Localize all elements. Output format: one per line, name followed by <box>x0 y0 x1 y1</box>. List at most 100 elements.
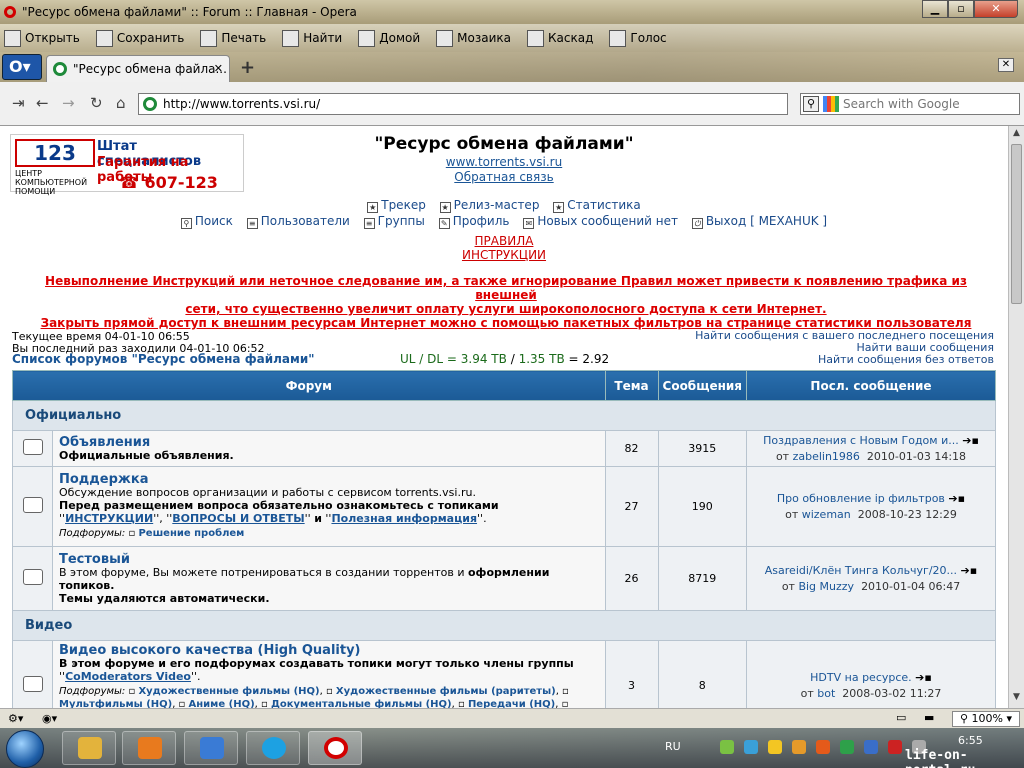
subforum-link[interactable]: Художественные фильмы (HQ) <box>138 686 319 697</box>
last-post-user[interactable]: zabelin1986 <box>793 450 860 463</box>
tray-flag-icon[interactable] <box>888 740 902 754</box>
opera-menu-button[interactable]: O▾ <box>2 54 42 80</box>
forum-name[interactable]: Объявления <box>59 436 599 449</box>
vertical-scrollbar[interactable]: ▲ ▼ <box>1008 126 1024 708</box>
page-content: 123 ЦЕНТР КОМПЬЮТЕРНОЙ ПОМОЩИ Штат специ… <box>0 126 1008 708</box>
rules-link[interactable]: ПРАВИЛА <box>0 234 1008 248</box>
last-post-user[interactable]: Big Muzzy <box>798 580 854 593</box>
goto-last-icon[interactable]: ➔▪ <box>915 671 932 684</box>
nav-release-master[interactable]: ★ Релиз-мастер <box>439 198 539 213</box>
nav-logout[interactable]: ⏻ Выход [ МЕХАНUK ] <box>691 214 827 229</box>
taskbar-skype[interactable] <box>246 731 300 765</box>
subforum-link[interactable]: Художественные фильмы (раритеты) <box>336 686 556 697</box>
scroll-up-icon[interactable]: ▲ <box>1011 128 1022 142</box>
nav-tracker[interactable]: ★ Трекер <box>367 198 426 213</box>
nav-new-messages[interactable]: ✉ Новых сообщений нет <box>523 214 678 229</box>
nav-users[interactable]: ≡ Пользователи <box>246 214 350 229</box>
find-button[interactable]: Найти <box>278 29 342 47</box>
tile-button[interactable]: Мозаика <box>432 29 511 47</box>
tray-people-icon[interactable] <box>768 740 782 754</box>
tray-app-icon[interactable] <box>840 740 854 754</box>
forum-name[interactable]: Тестовый <box>59 553 599 566</box>
nav-search[interactable]: ⚲ Поиск <box>180 214 233 229</box>
taskbar-opera[interactable] <box>308 731 362 765</box>
forum-name[interactable]: Поддержка <box>59 473 599 486</box>
tray-app-icon[interactable] <box>720 740 734 754</box>
tab-forum[interactable]: "Ресурс обмена файла... ✕ <box>46 55 230 82</box>
subforum-link[interactable]: Мультфильмы (HQ) <box>59 699 172 708</box>
minimize-button[interactable]: ▁ <box>922 0 948 18</box>
category-official[interactable]: Официально <box>12 400 996 431</box>
nav-groups[interactable]: ≡ Группы <box>363 214 425 229</box>
taskbar-media[interactable] <box>122 731 176 765</box>
taskbar-explorer[interactable] <box>62 731 116 765</box>
subforum-link[interactable]: Решение проблем <box>138 528 244 539</box>
last-post-link[interactable]: Про обновление ip фильтров <box>777 492 945 505</box>
nav-profile[interactable]: ✎ Профиль <box>438 214 509 229</box>
last-post-link[interactable]: HDTV на ресурсе. <box>810 671 912 684</box>
tray-network-icon[interactable] <box>864 740 878 754</box>
tab-close-icon[interactable]: ✕ <box>214 62 223 75</box>
system-clock[interactable]: 6:55 <box>958 734 983 748</box>
nav-row-1: ★ Трекер ★ Релиз-мастер ★ Статистика <box>0 198 1008 213</box>
search-input[interactable] <box>843 97 1013 111</box>
panel-toggle-icon[interactable]: ⇥ <box>12 94 25 112</box>
nav-statistics[interactable]: ★ Статистика <box>553 198 641 213</box>
goto-last-icon[interactable]: ➔▪ <box>962 434 979 447</box>
tools-icon[interactable]: ⚙▾ <box>8 712 23 725</box>
zoom-control[interactable]: ⚲ 100% ▾ <box>952 711 1020 727</box>
category-video[interactable]: Видео <box>12 610 996 641</box>
logout-icon: ⏻ <box>691 218 703 229</box>
find-unanswered-link[interactable]: Найти сообщения без ответов <box>695 354 994 366</box>
last-post-user[interactable]: bot <box>817 687 835 700</box>
language-indicator[interactable]: RU <box>665 740 681 753</box>
last-post-link[interactable]: Asareidi/Клён Тинга Кольчуг/20... <box>765 564 957 577</box>
site-favicon-icon <box>143 97 157 111</box>
goto-last-icon[interactable]: ➔▪ <box>948 492 965 505</box>
last-post-link[interactable]: Поздравления с Новым Годом и... <box>763 434 959 447</box>
google-icon <box>823 96 839 112</box>
search-icon[interactable]: ⚲ <box>803 96 819 112</box>
open-button[interactable]: Открыть <box>0 29 80 47</box>
scrollbar-thumb[interactable] <box>1011 144 1022 304</box>
last-post-user[interactable]: wizeman <box>802 508 851 521</box>
maximize-button[interactable]: ▫ <box>948 0 974 18</box>
taskbar-network[interactable] <box>184 731 238 765</box>
forum-name[interactable]: Видео высокого качества (High Quality) <box>59 644 599 657</box>
subforum-link[interactable]: Аниме (HQ) <box>189 699 255 708</box>
close-window-button[interactable]: ✕ <box>974 0 1018 18</box>
advert-banner[interactable]: 123 ЦЕНТР КОМПЬЮТЕРНОЙ ПОМОЩИ Штат специ… <box>10 134 244 196</box>
home-button[interactable]: Домой <box>354 29 420 47</box>
search-field[interactable]: ⚲ <box>800 93 1020 115</box>
close-tab-button[interactable]: ✕ <box>998 58 1014 72</box>
print-button[interactable]: Печать <box>196 29 266 47</box>
forum-list-link[interactable]: Список форумов "Ресурс обмена файлами" <box>12 352 314 366</box>
goto-last-icon[interactable]: ➔▪ <box>961 564 978 577</box>
window-titlebar[interactable]: "Ресурс обмена файлами" :: Forum :: Глав… <box>0 0 1024 24</box>
cascade-button[interactable]: Каскад <box>523 29 593 47</box>
subforum-link[interactable]: Передачи (HQ) <box>468 699 555 708</box>
turbo-icon[interactable]: ◉▾ <box>42 712 57 725</box>
home-nav-button[interactable]: ⌂ <box>116 94 126 112</box>
address-field[interactable]: http://www.torrents.vsi.ru/ <box>138 93 788 115</box>
view-icon[interactable]: ▬ <box>924 711 934 724</box>
site-link[interactable]: www.torrents.vsi.ru <box>300 155 708 169</box>
tray-skype-icon[interactable] <box>744 740 758 754</box>
start-button[interactable] <box>6 730 44 768</box>
star-icon: ★ <box>553 202 565 213</box>
tray-app-icon[interactable] <box>792 740 806 754</box>
reload-button[interactable]: ↻ <box>90 94 103 112</box>
scroll-down-icon[interactable]: ▼ <box>1011 692 1022 706</box>
new-tab-button[interactable]: + <box>240 57 255 78</box>
banner-number: 123 <box>15 139 95 167</box>
subforum-link[interactable]: Документальные фильмы (HQ) <box>271 699 452 708</box>
save-button[interactable]: Сохранить <box>92 29 184 47</box>
panel-icon[interactable]: ▭ <box>896 711 906 724</box>
feedback-link[interactable]: Обратная связь <box>300 170 708 184</box>
voice-button[interactable]: Голос <box>605 29 667 47</box>
instructions-link[interactable]: ИНСТРУКЦИИ <box>0 248 1008 262</box>
forward-button[interactable]: → <box>62 94 75 112</box>
tray-app-icon[interactable] <box>816 740 830 754</box>
back-button[interactable]: ← <box>36 94 49 112</box>
warning-notice[interactable]: Невыполнение Инструкций или неточное сле… <box>18 274 994 330</box>
